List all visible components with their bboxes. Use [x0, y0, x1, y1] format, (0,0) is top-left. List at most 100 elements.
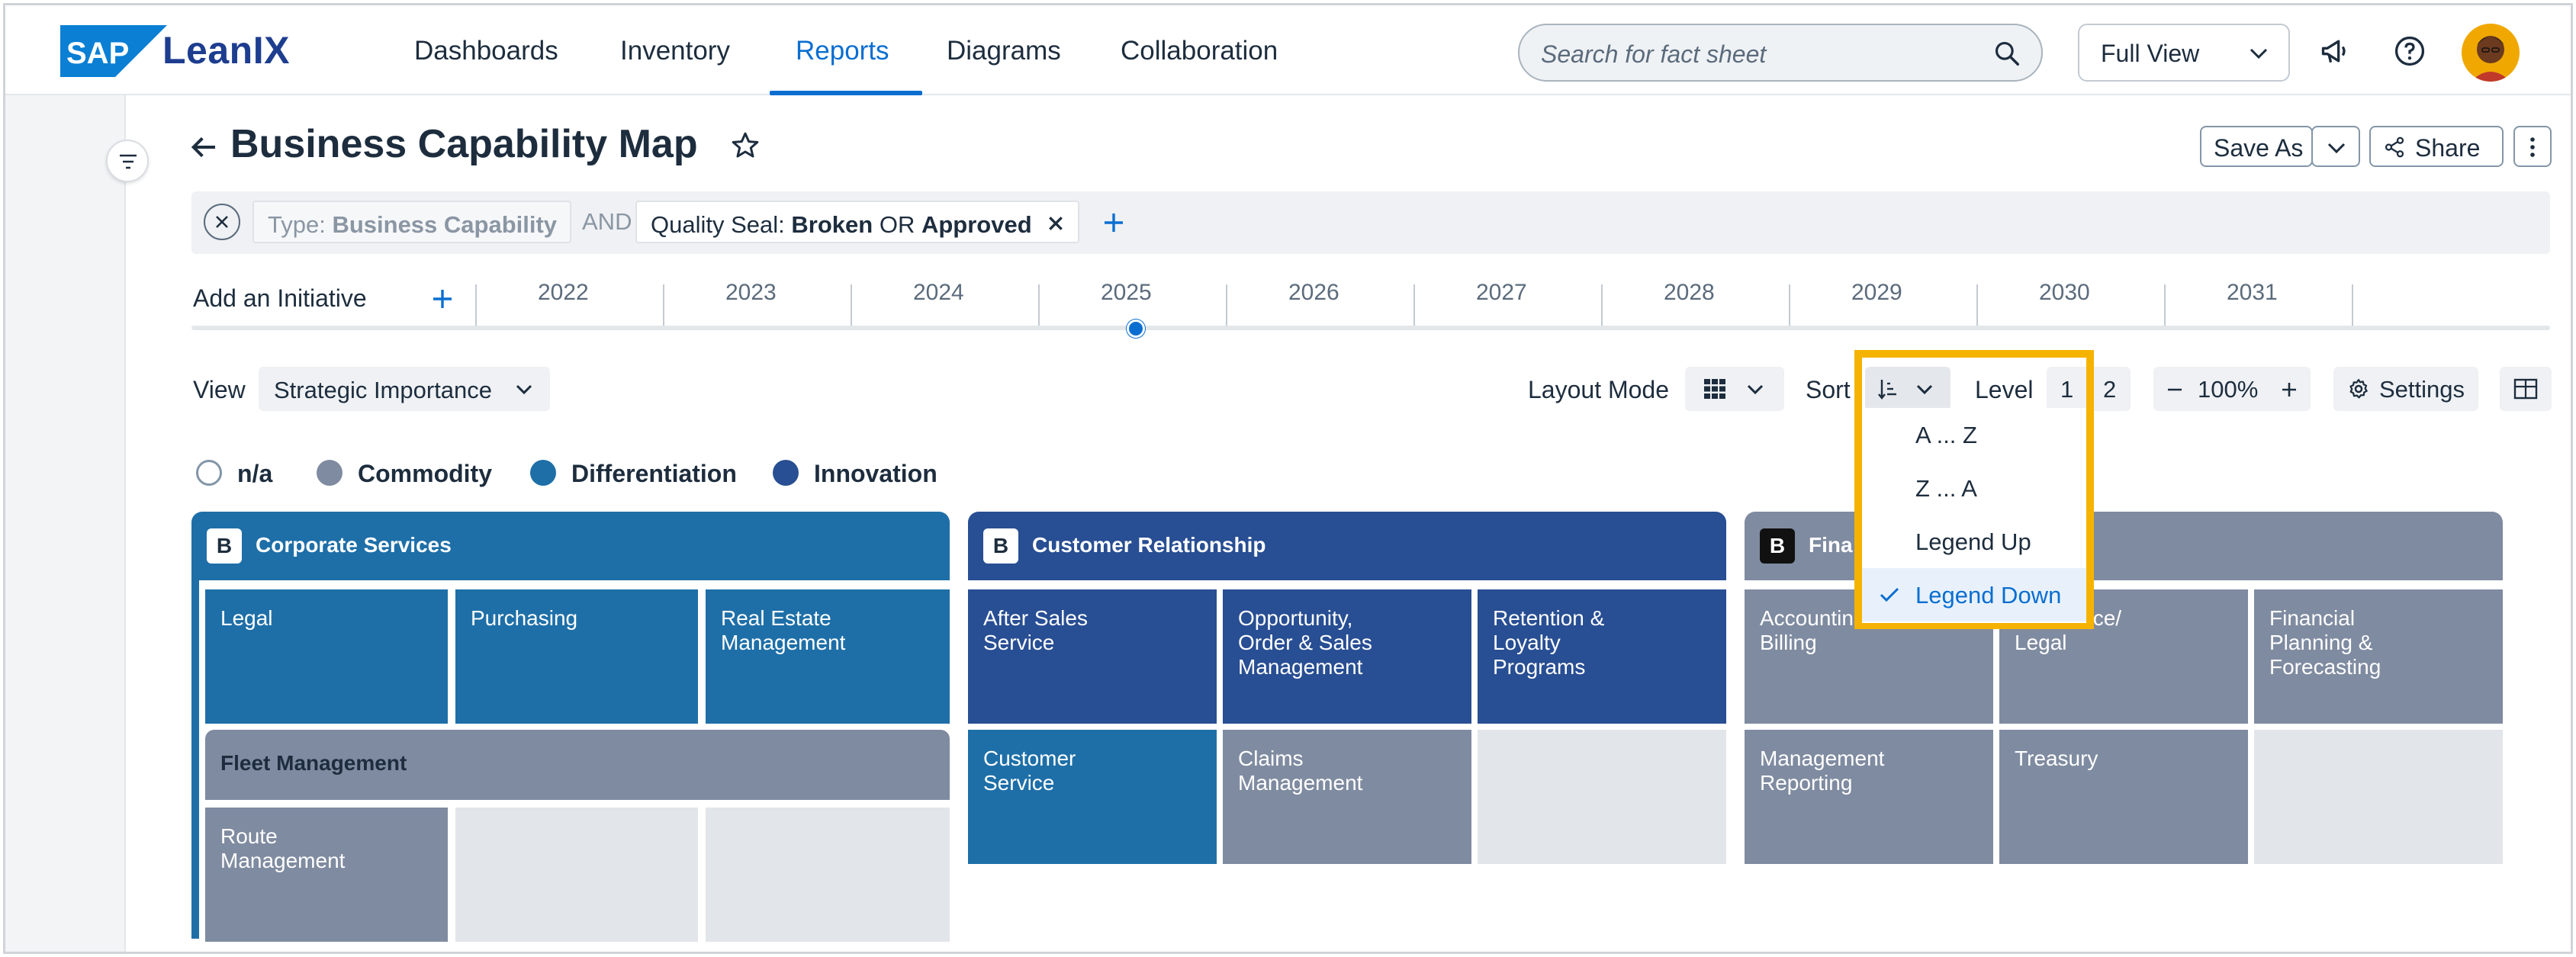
top-navigation-bar: SAP LeanIX Dashboards Inventory Reports … [5, 5, 2571, 95]
timeline-year-2022[interactable]: 2022 [538, 280, 589, 306]
timeline-tick [475, 284, 477, 326]
timeline-year-2023[interactable]: 2023 [725, 280, 777, 306]
search-icon[interactable] [1992, 39, 2021, 68]
empty-slot [1478, 730, 1726, 864]
active-nav-indicator [770, 91, 922, 95]
table-icon [2513, 378, 2538, 400]
capability-name: Fina [1809, 533, 1853, 557]
add-filter-icon[interactable] [1102, 211, 1125, 234]
timeline-year-2027[interactable]: 2027 [1476, 280, 1527, 306]
left-rail [5, 95, 126, 952]
share-label: Share [2415, 134, 2481, 162]
tile-purchasing[interactable]: Purchasing [455, 589, 698, 724]
timeline-year-2026[interactable]: 2026 [1288, 280, 1339, 306]
back-arrow-icon[interactable] [188, 132, 219, 162]
more-options-button[interactable] [2513, 126, 2552, 167]
nav-inventory[interactable]: Inventory [620, 36, 730, 66]
filter-and-label: AND [582, 208, 632, 235]
tile-retention-loyalty[interactable]: Retention & Loyalty Programs [1478, 589, 1726, 724]
save-as-button[interactable]: Save As [2200, 126, 2313, 167]
app-window: SAP LeanIX Dashboards Inventory Reports … [3, 3, 2573, 954]
tile-after-sales-service[interactable]: After Sales Service [968, 589, 1217, 724]
capability-side-bar [191, 580, 199, 939]
timeline-year-2025[interactable]: 2025 [1101, 280, 1152, 306]
sort-option-legend-up[interactable]: Legend Up [1862, 515, 2086, 568]
timeline-year-2029[interactable]: 2029 [1851, 280, 1902, 306]
sub-group-fleet-management[interactable]: Fleet Management [205, 730, 950, 800]
timeline-tick [1226, 284, 1227, 326]
settings-label: Settings [2379, 376, 2465, 403]
legend-swatch-na [196, 460, 222, 486]
timeline-tick [1976, 284, 1978, 326]
timeline-track[interactable] [191, 326, 2550, 330]
filter-chip-type[interactable]: Type: Business Capability [252, 201, 571, 243]
filter-panel-toggle[interactable] [106, 140, 149, 182]
tile-opportunity-order-sales[interactable]: Opportunity, Order & Sales Management [1223, 589, 1471, 724]
tile-treasury[interactable]: Treasury [1999, 730, 2248, 864]
empty-slot [455, 808, 698, 942]
save-as-dropdown[interactable] [2311, 126, 2360, 167]
tile-management-reporting[interactable]: Management Reporting [1745, 730, 1993, 864]
leanix-brand[interactable]: LeanIX [162, 28, 290, 72]
legend-swatch-innovation [773, 460, 799, 486]
level-2-button[interactable]: 2 [2103, 376, 2116, 403]
legend-label-na: n/a [237, 460, 273, 487]
share-icon [2385, 136, 2404, 158]
timeline-current-marker[interactable] [1127, 320, 1145, 338]
share-button[interactable]: Share [2369, 126, 2504, 167]
svg-text:SAP: SAP [66, 37, 129, 70]
gear-icon [2349, 379, 2368, 399]
zoom-control: 100% [2153, 367, 2311, 411]
help-icon[interactable] [2393, 34, 2426, 68]
add-initiative-icon[interactable] [431, 287, 454, 310]
search-input[interactable]: Search for fact sheet [1518, 24, 2043, 82]
sort-option-z-a[interactable]: Z ... A [1862, 461, 2086, 515]
sap-logo[interactable]: SAP [60, 25, 167, 77]
timeline-year-2028[interactable]: 2028 [1664, 280, 1715, 306]
table-view-button[interactable] [2500, 367, 2552, 411]
timeline-tick [2352, 284, 2353, 326]
settings-button[interactable]: Settings [2333, 367, 2478, 411]
chevron-down-icon [516, 384, 532, 395]
remove-filter-icon[interactable] [1047, 215, 1064, 232]
view-select[interactable]: Full View [2078, 24, 2290, 82]
nav-collaboration[interactable]: Collaboration [1121, 36, 1278, 66]
capability-badge: B [1760, 528, 1795, 564]
filter-chip-quality-seal[interactable]: Quality Seal: Broken OR Approved [635, 201, 1079, 243]
chevron-down-icon [2250, 48, 2268, 59]
timeline-tick [1413, 284, 1415, 326]
tile-customer-service[interactable]: Customer Service [968, 730, 1217, 864]
sort-option-a-z[interactable]: A ... Z [1862, 408, 2086, 461]
sort-menu: A ... Z Z ... A Legend Up Legend Down [1862, 408, 2086, 623]
tile-legal[interactable]: Legal [205, 589, 448, 724]
grid-icon [1704, 379, 1725, 399]
close-icon [216, 216, 228, 228]
timeline-year-2030[interactable]: 2030 [2039, 280, 2090, 306]
zoom-in-icon[interactable] [2280, 381, 2298, 399]
tile-claims-management[interactable]: Claims Management [1223, 730, 1471, 864]
view-dropdown[interactable]: Strategic Importance [259, 367, 550, 411]
nav-reports[interactable]: Reports [796, 36, 889, 66]
clear-filters-button[interactable] [204, 204, 240, 240]
capability-header[interactable]: B Customer Relationship [968, 512, 1726, 580]
layout-mode-label: Layout Mode [1528, 376, 1670, 403]
timeline-year-2031[interactable]: 2031 [2227, 280, 2278, 306]
user-avatar[interactable] [2462, 24, 2520, 82]
timeline-tick [1601, 284, 1603, 326]
tile-real-estate-management[interactable]: Real Estate Management [706, 589, 950, 724]
filter-chip-type-text: Type: Business Capability [268, 211, 558, 238]
tile-financial-planning[interactable]: Financial Planning & Forecasting [2254, 589, 2503, 724]
legend-swatch-differentiation [530, 460, 556, 486]
more-vertical-icon [2530, 137, 2535, 157]
nav-dashboards[interactable]: Dashboards [414, 36, 558, 66]
sort-option-legend-down[interactable]: Legend Down [1862, 568, 2086, 621]
zoom-out-icon[interactable] [2166, 381, 2184, 399]
timeline-year-2024[interactable]: 2024 [913, 280, 964, 306]
tile-route-management[interactable]: Route Management [205, 808, 448, 942]
megaphone-icon[interactable] [2319, 34, 2352, 68]
nav-diagrams[interactable]: Diagrams [947, 36, 1061, 66]
layout-mode-dropdown[interactable] [1685, 367, 1784, 411]
chevron-down-icon [1747, 384, 1764, 395]
favorite-star-icon[interactable] [730, 130, 761, 161]
capability-header[interactable]: B Corporate Services [191, 512, 950, 580]
